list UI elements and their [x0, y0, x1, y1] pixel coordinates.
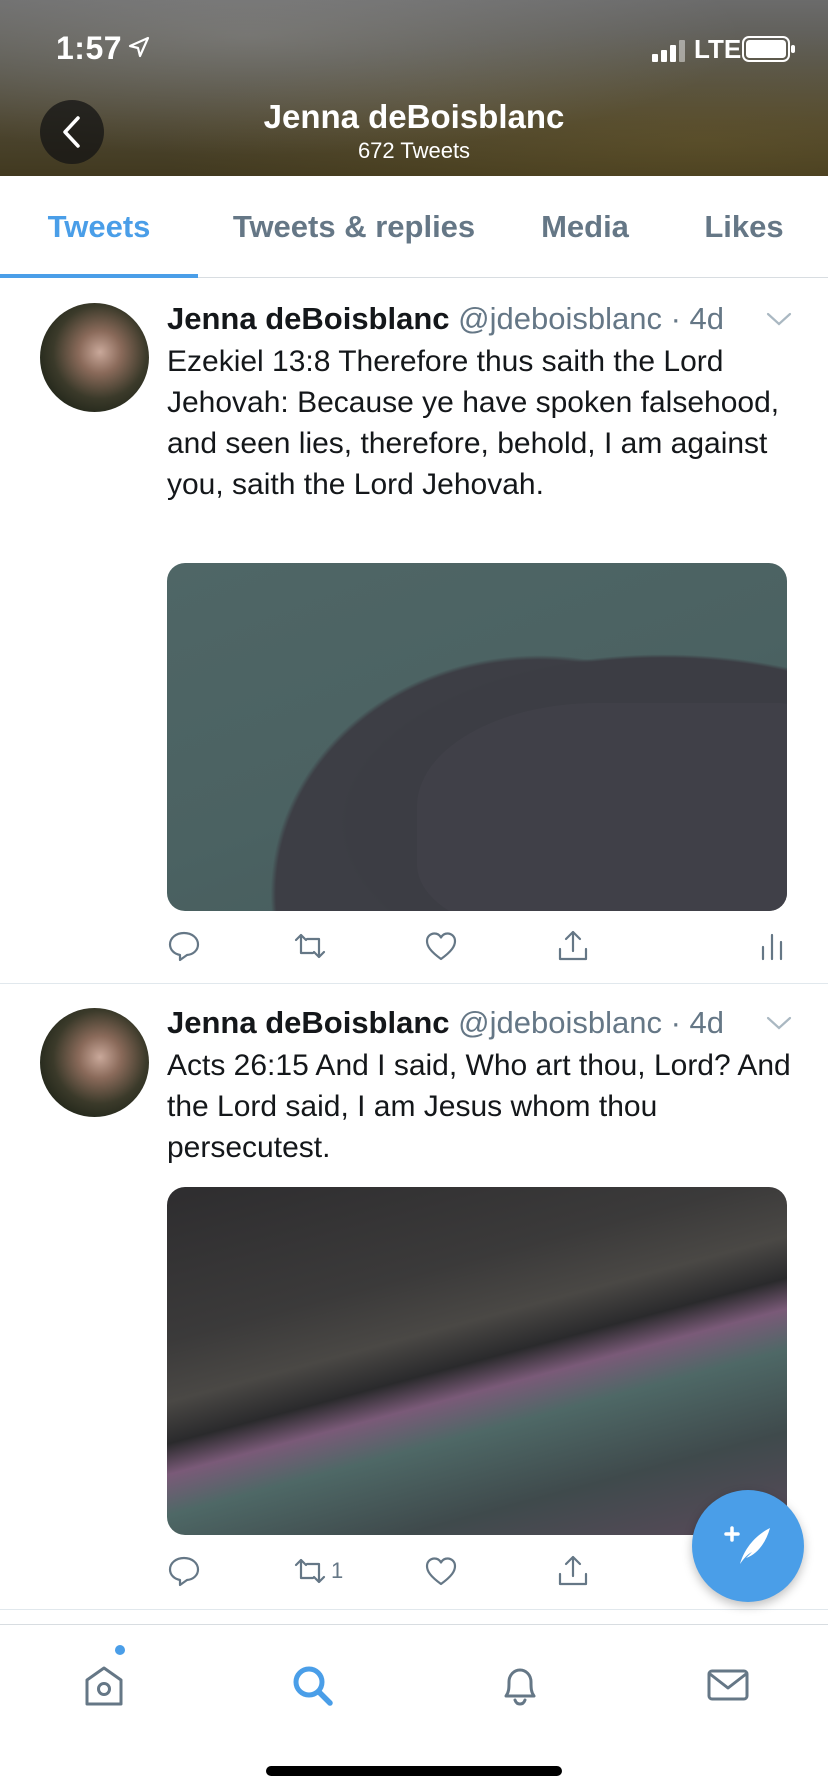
avatar[interactable] — [40, 303, 149, 412]
share-button[interactable] — [556, 1551, 590, 1591]
reply-icon — [168, 1556, 200, 1587]
search-icon — [293, 1666, 333, 1706]
tweet-image[interactable] — [167, 1187, 787, 1535]
chevron-down-icon[interactable] — [766, 311, 792, 327]
reply-button[interactable] — [167, 926, 201, 966]
tweet-author[interactable]: Jenna deBoisblanc @jdeboisblanc · 4d — [167, 301, 724, 337]
battery-icon — [742, 36, 795, 62]
home-icon — [85, 1666, 123, 1706]
reply-icon — [168, 931, 200, 962]
home-indicator[interactable] — [266, 1766, 562, 1776]
tab-tweets[interactable]: Tweets — [0, 176, 198, 278]
tweet-author[interactable]: Jenna deBoisblanc @jdeboisblanc · 4d — [167, 1005, 724, 1041]
network-type: LTE — [694, 34, 742, 64]
nav-messages[interactable] — [698, 1655, 758, 1715]
tweet-time: · 4d — [670, 1005, 725, 1040]
author-handle: @jdeboisblanc — [458, 1005, 662, 1040]
tab-tweets-and-replies[interactable]: Tweets & replies — [198, 176, 510, 278]
status-time: 1:57 — [56, 30, 123, 66]
retweet-icon — [294, 1558, 326, 1584]
active-tab-indicator — [0, 274, 198, 278]
like-button[interactable] — [424, 1551, 458, 1591]
messages-icon — [707, 1669, 749, 1701]
tweet-count: 672 Tweets — [357, 138, 471, 163]
retweet-button[interactable]: 1 — [293, 1551, 343, 1591]
retweet-count: 1 — [331, 1558, 344, 1583]
nav-search[interactable] — [282, 1655, 342, 1715]
profile-name-title: Jenna deBoisblanc — [263, 98, 565, 135]
status-bar: 1:57 LTE — [0, 0, 828, 100]
author-name: Jenna deBoisblanc — [167, 301, 450, 336]
retweet-button[interactable] — [293, 926, 327, 966]
share-icon — [558, 930, 588, 961]
share-button[interactable] — [556, 926, 590, 966]
notifications-icon — [504, 1668, 536, 1706]
like-icon — [425, 1557, 457, 1586]
like-icon — [425, 932, 457, 961]
analytics-icon — [761, 933, 783, 961]
location-arrow-icon — [128, 36, 150, 58]
tweet-image[interactable] — [167, 563, 787, 911]
analytics-button[interactable] — [755, 926, 789, 966]
share-icon — [558, 1555, 588, 1586]
chevron-down-icon[interactable] — [766, 1015, 792, 1031]
nav-home[interactable] — [74, 1655, 134, 1715]
cellular-signal-icon — [652, 40, 685, 62]
author-handle: @jdeboisblanc — [458, 301, 662, 336]
profile-tabs: Tweets Tweets & replies Media Likes — [0, 176, 828, 278]
nav-notifications[interactable] — [490, 1655, 550, 1715]
compose-tweet-button[interactable] — [692, 1490, 804, 1602]
author-name: Jenna deBoisblanc — [167, 1005, 450, 1040]
compose-tweet-icon — [724, 1526, 770, 1564]
reply-button[interactable] — [167, 1551, 201, 1591]
like-button[interactable] — [424, 926, 458, 966]
avatar[interactable] — [40, 1008, 149, 1117]
tab-likes[interactable]: Likes — [660, 176, 828, 278]
new-content-dot — [115, 1645, 125, 1655]
tab-media[interactable]: Media — [510, 176, 660, 278]
profile-header: 1:57 LTE Jenna deBoisblanc 672 Tweets — [0, 0, 828, 176]
tweet-actions — [167, 926, 787, 966]
retweet-icon — [294, 933, 326, 959]
tweet-item[interactable]: Jenna deBoisblanc @jdeboisblanc · 4d Eze… — [0, 279, 828, 984]
tweet-text: Ezekiel 13:8 Therefore thus saith the Lo… — [167, 345, 780, 501]
tweet-time: · 4d — [670, 301, 725, 336]
tweet-text: Acts 26:15 And I said, Who art thou, Lor… — [167, 1049, 791, 1164]
